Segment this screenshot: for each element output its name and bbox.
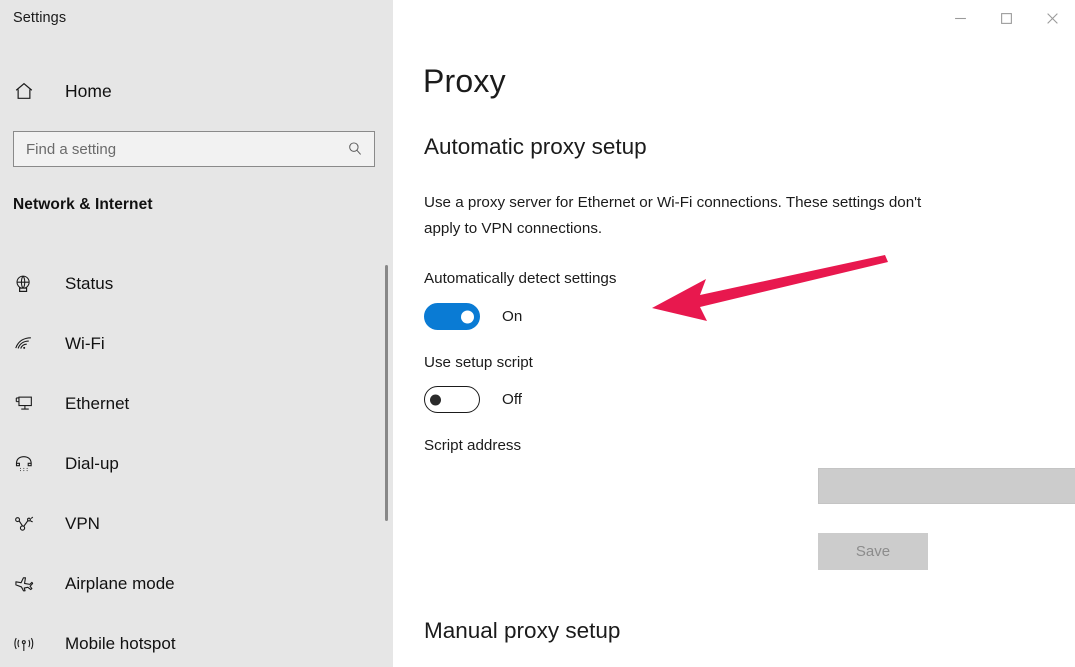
automatic-proxy-setup-description: Use a proxy server for Ethernet or Wi-Fi…	[424, 194, 922, 237]
maximize-icon[interactable]	[983, 0, 1029, 36]
toggle-knob	[430, 394, 441, 405]
vpn-key-icon	[13, 513, 43, 535]
home-icon	[13, 80, 43, 102]
manual-proxy-setup-heading: Manual proxy setup	[424, 618, 621, 643]
use-setup-script-state: Off	[502, 391, 522, 408]
phone-handset-icon	[13, 453, 43, 475]
auto-detect-settings-label: Automatically detect settings	[424, 270, 617, 287]
sidebar-scrollbar-thumb[interactable]	[385, 265, 388, 521]
ethernet-monitor-icon	[13, 393, 43, 415]
sidebar-item-wifi-label: Wi-Fi	[65, 334, 105, 353]
use-setup-script-label: Use setup script	[424, 354, 533, 371]
sidebar-item-dialup-label: Dial-up	[65, 454, 119, 473]
sidebar: Settings Home Network & Internet	[0, 0, 393, 667]
sidebar-item-ethernet-label: Ethernet	[65, 394, 130, 413]
toggle-knob	[461, 310, 474, 323]
broadcast-tower-icon	[13, 633, 43, 655]
sidebar-item-airplane-mode-label: Airplane mode	[65, 574, 175, 593]
sidebar-item-status[interactable]: Status	[0, 254, 380, 314]
script-address-input[interactable]	[818, 468, 1075, 504]
script-address-label: Script address	[424, 437, 522, 454]
auto-detect-settings-state: On	[502, 308, 523, 325]
window-controls	[937, 0, 1075, 36]
airplane-icon	[13, 573, 43, 595]
sidebar-item-vpn[interactable]: VPN	[0, 494, 380, 554]
use-setup-script-row: Off	[424, 386, 522, 413]
search-input[interactable]	[14, 132, 336, 166]
sidebar-item-mobile-hotspot-label: Mobile hotspot	[65, 634, 176, 653]
save-button[interactable]: Save	[818, 533, 928, 570]
sidebar-item-dialup[interactable]: Dial-up	[0, 434, 380, 494]
sidebar-item-mobile-hotspot[interactable]: Mobile hotspot	[0, 614, 380, 667]
search-icon[interactable]	[336, 132, 374, 166]
auto-detect-settings-toggle[interactable]	[424, 303, 480, 330]
wifi-icon	[13, 333, 43, 355]
sidebar-item-status-label: Status	[65, 274, 114, 293]
sidebar-category-heading: Network & Internet	[13, 196, 153, 213]
automatic-proxy-setup-heading: Automatic proxy setup	[424, 134, 647, 159]
page-title: Proxy	[423, 63, 506, 99]
minimize-icon[interactable]	[937, 0, 983, 36]
globe-status-icon	[13, 273, 43, 295]
app-title: Settings	[13, 10, 67, 26]
use-setup-script-toggle[interactable]	[424, 386, 480, 413]
sidebar-item-ethernet[interactable]: Ethernet	[0, 374, 380, 434]
main-content: Proxy Automatic proxy setup Use a proxy …	[393, 0, 1075, 667]
sidebar-scrollbar[interactable]	[381, 254, 391, 667]
sidebar-item-home[interactable]: Home	[0, 74, 380, 108]
close-icon[interactable]	[1029, 0, 1075, 36]
sidebar-item-wifi[interactable]: Wi-Fi	[0, 314, 380, 374]
sidebar-item-vpn-label: VPN	[65, 514, 100, 533]
settings-window: Settings Home Network & Internet	[0, 0, 1075, 667]
auto-detect-settings-row: On	[424, 303, 522, 330]
sidebar-item-home-label: Home	[65, 80, 112, 101]
sidebar-item-airplane-mode[interactable]: Airplane mode	[0, 554, 380, 614]
sidebar-nav-list: Status Wi-Fi Ethernet Dial-up VPN Airpla…	[0, 254, 380, 667]
search-box[interactable]	[13, 131, 375, 167]
